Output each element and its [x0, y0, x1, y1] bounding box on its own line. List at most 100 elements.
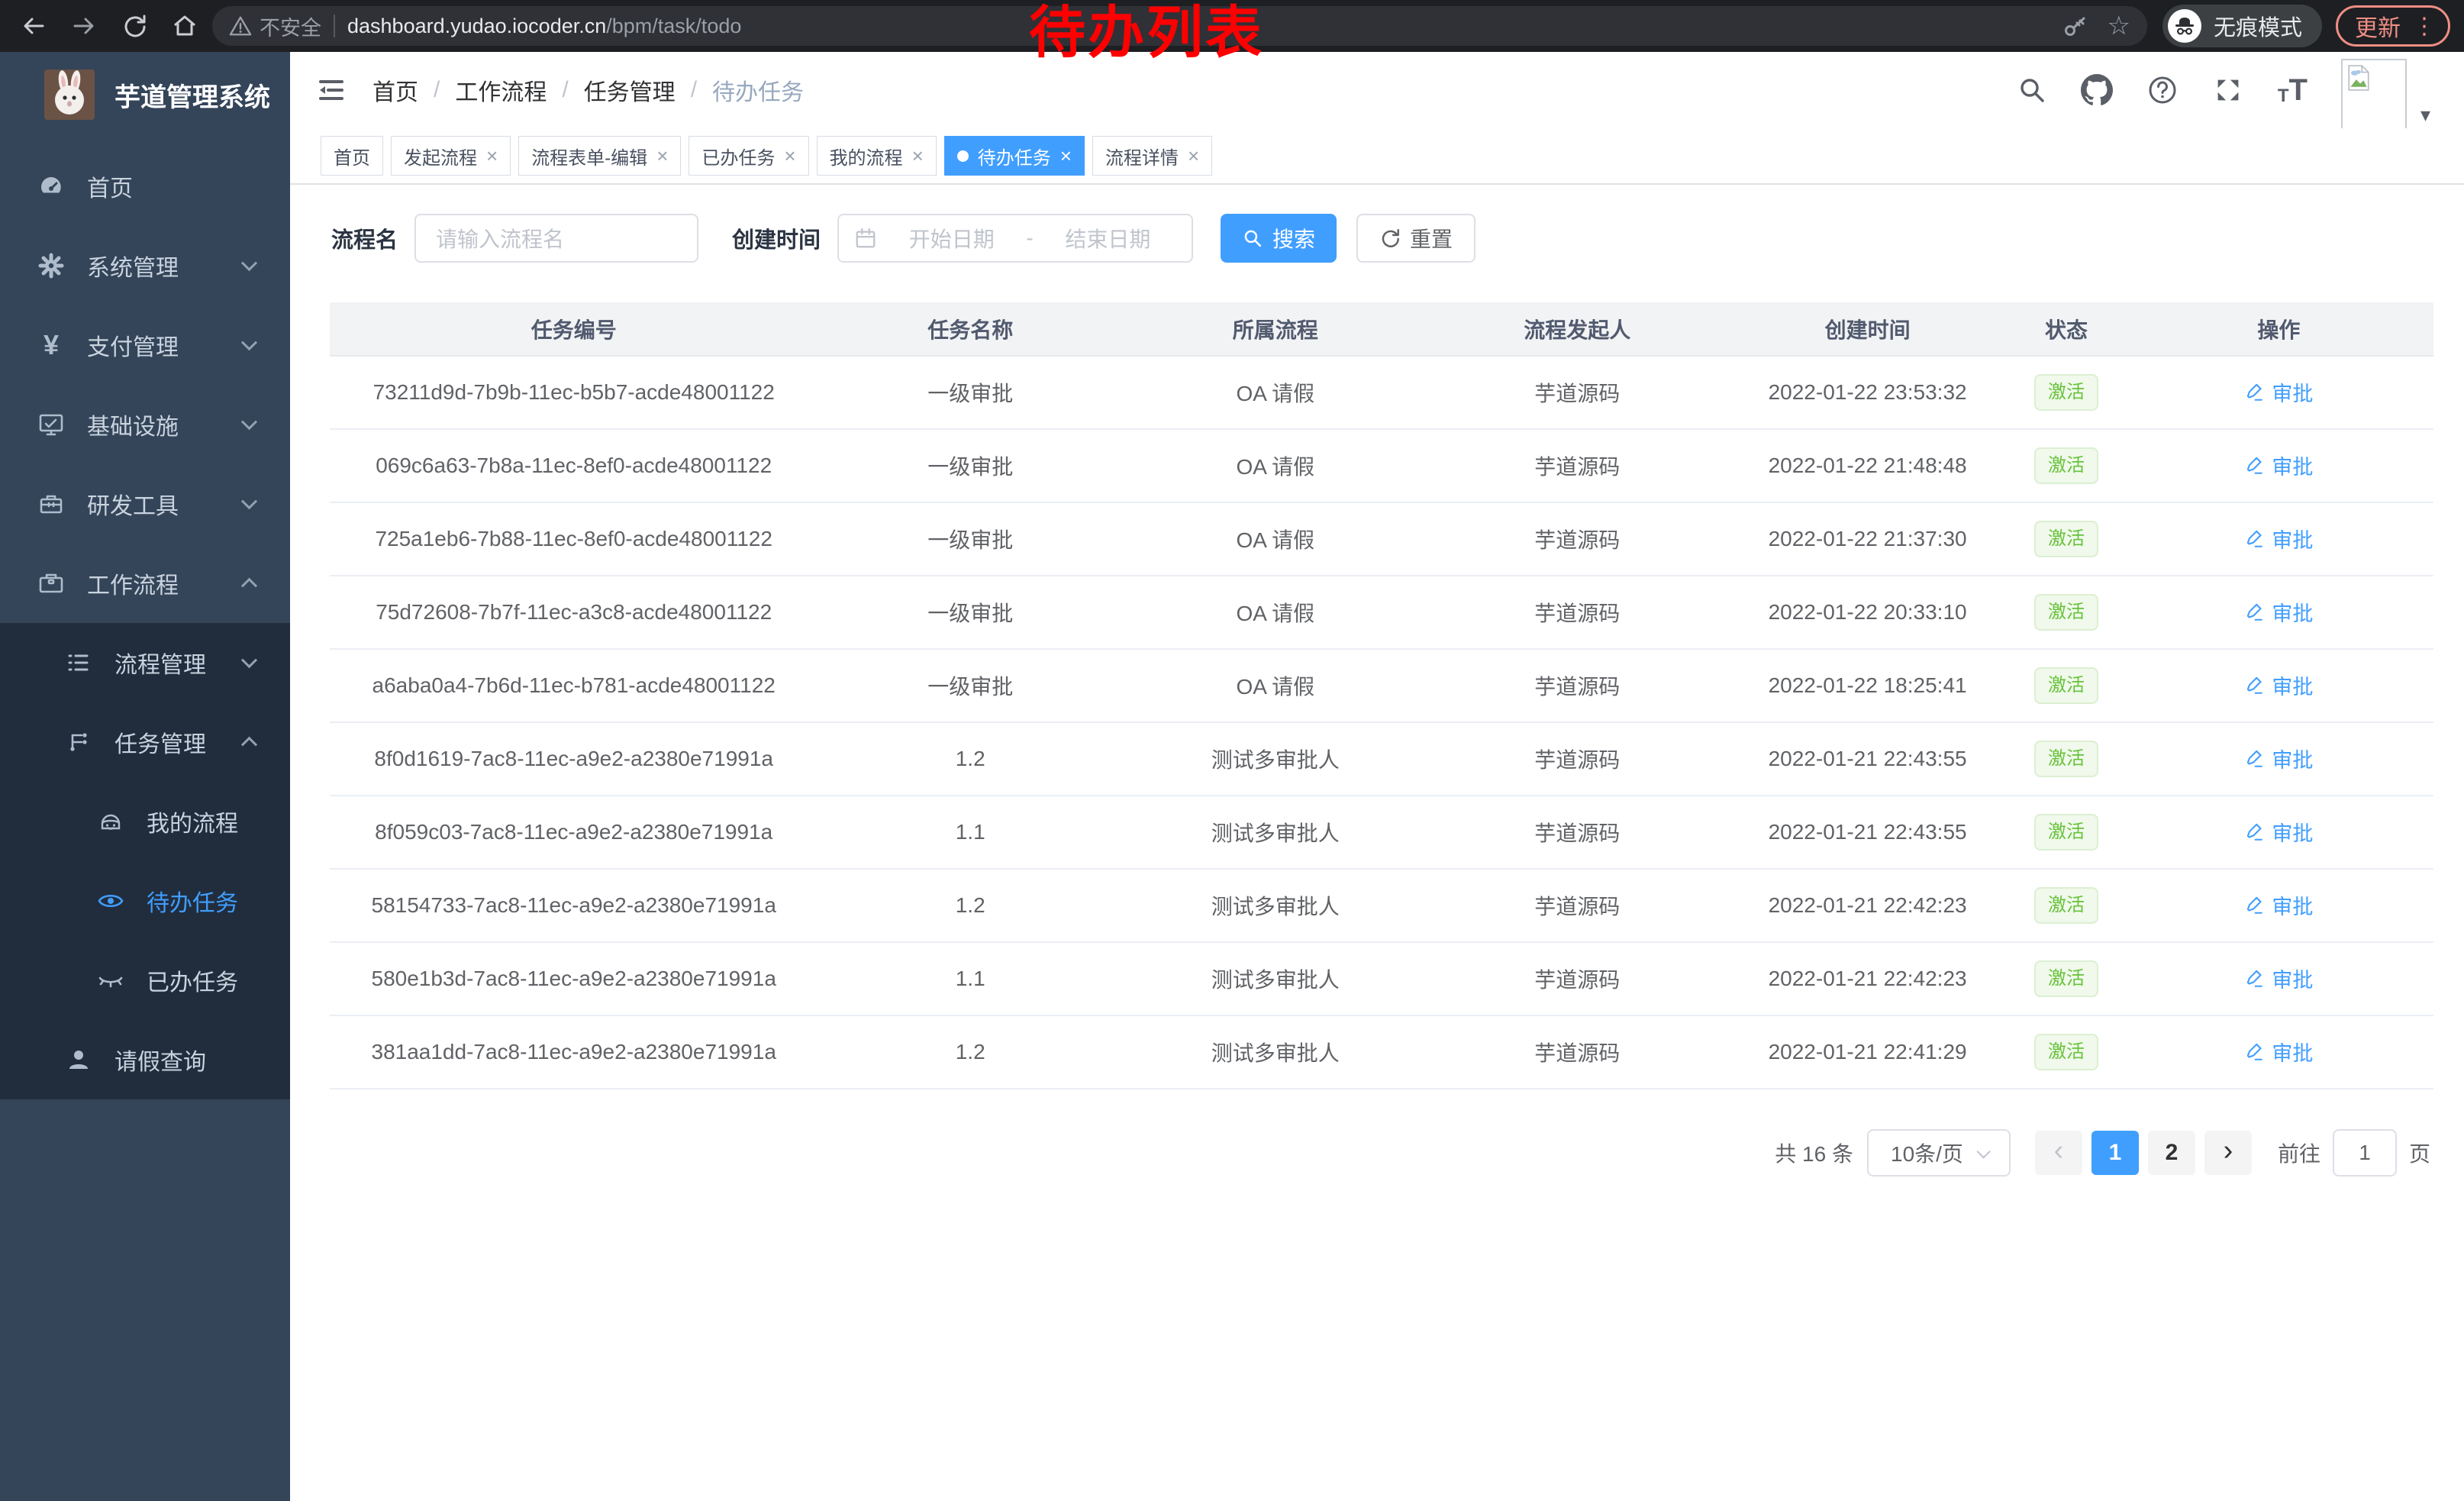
placeholder: 请输入流程名 — [436, 223, 564, 253]
tab-my-process[interactable]: 我的流程 × — [817, 136, 937, 176]
date-range-picker[interactable]: 开始日期 - 结束日期 — [837, 214, 1193, 263]
approve-link[interactable]: 审批 — [2244, 1037, 2313, 1067]
password-key-icon[interactable] — [2063, 14, 2088, 38]
breadcrumb-task-mgmt[interactable]: 任务管理 — [584, 73, 676, 107]
process-starter: 芋道源码 — [1428, 796, 1727, 869]
sidebar-item-devtools[interactable]: 研发工具 — [0, 464, 290, 544]
task-id: 381aa1dd-7ac8-11ec-a9e2-a2380e71991a — [330, 1015, 818, 1089]
approve-link[interactable]: 审批 — [2244, 670, 2313, 700]
total-count: 共 16 条 — [1775, 1138, 1853, 1168]
search-button[interactable]: 搜索 — [1221, 214, 1337, 263]
process-name: OA 请假 — [1123, 502, 1428, 576]
status-badge: 激活 — [2034, 667, 2098, 704]
user-menu[interactable]: ▾ — [2341, 59, 2430, 131]
sidebar-toggle-icon[interactable] — [316, 75, 347, 105]
prev-page-button[interactable]: ‹ — [2035, 1131, 2082, 1175]
back-button[interactable] — [14, 6, 53, 46]
sidebar-menu: 首页 系统管理 ¥ 支付管理 基础设施 — [0, 137, 290, 1099]
url-host: dashboard.yudao.iocoder.cn — [347, 15, 606, 38]
process-starter: 芋道源码 — [1428, 356, 1727, 429]
page-button-1[interactable]: 1 — [2091, 1131, 2139, 1175]
sidebar-item-infra[interactable]: 基础设施 — [0, 385, 290, 464]
create-time: 2022-01-21 22:43:55 — [1727, 796, 2008, 869]
sidebar-item-todo-tasks[interactable]: 待办任务 — [0, 861, 290, 941]
github-icon[interactable] — [2081, 74, 2113, 106]
toolbox-icon — [35, 490, 67, 518]
font-size-icon[interactable]: TT — [2278, 75, 2308, 105]
close-icon[interactable]: × — [1188, 146, 1199, 166]
task-id: 069c6a63-7b8a-11ec-8ef0-acde48001122 — [330, 429, 818, 502]
reload-button[interactable] — [114, 6, 154, 46]
sidebar-item-leave-query[interactable]: 请假查询 — [0, 1020, 290, 1099]
approve-link[interactable]: 审批 — [2244, 744, 2313, 773]
sidebar-item-home[interactable]: 首页 — [0, 147, 290, 226]
task-name: 1.2 — [818, 869, 1123, 942]
page-size-select[interactable]: 10条/页 — [1867, 1129, 2011, 1177]
tab-process-detail[interactable]: 流程详情 × — [1092, 136, 1212, 176]
sidebar-item-process-mgmt[interactable]: 流程管理 — [0, 623, 290, 702]
approve-link[interactable]: 审批 — [2244, 450, 2313, 480]
breadcrumb-separator: / — [434, 77, 440, 103]
sidebar-item-done-tasks[interactable]: 已办任务 — [0, 941, 290, 1020]
home-button[interactable] — [165, 6, 205, 46]
chevron-down-icon[interactable]: ▾ — [2420, 103, 2430, 127]
tab-label: 我的流程 — [830, 143, 903, 169]
sidebar-item-label: 已办任务 — [147, 964, 238, 997]
breadcrumb-workflow[interactable]: 工作流程 — [455, 73, 547, 107]
col-task-name: 任务名称 — [818, 302, 1123, 356]
approve-label: 审批 — [2272, 1037, 2313, 1067]
process-name-input[interactable]: 请输入流程名 — [414, 214, 698, 263]
close-icon[interactable]: × — [1060, 146, 1072, 166]
page-button-2[interactable]: 2 — [2148, 1131, 2195, 1175]
close-icon[interactable]: × — [912, 146, 924, 166]
status-badge: 激活 — [2034, 1034, 2098, 1070]
chevron-down-icon — [241, 652, 257, 668]
bookmark-star-icon[interactable]: ☆ — [2108, 13, 2130, 39]
reset-button[interactable]: 重置 — [1356, 214, 1475, 263]
table-row: 58154733-7ac8-11ec-a9e2-a2380e71991a 1.2… — [330, 869, 2433, 942]
avatar[interactable] — [2341, 59, 2407, 131]
tab-todo-tasks[interactable]: 待办任务 × — [944, 136, 1085, 176]
approve-link[interactable]: 审批 — [2244, 890, 2313, 920]
close-icon[interactable]: × — [784, 146, 795, 166]
approve-label: 审批 — [2272, 744, 2313, 773]
breadcrumb-current: 待办任务 — [712, 73, 804, 107]
process-starter: 芋道源码 — [1428, 722, 1727, 796]
chevron-down-icon — [241, 493, 257, 509]
browser-menu-icon[interactable]: ⋮ — [2413, 13, 2436, 40]
goto-value: 1 — [2359, 1141, 2371, 1165]
sidebar-item-label: 系统管理 — [87, 249, 179, 282]
approve-link[interactable]: 审批 — [2244, 817, 2313, 847]
tab-start-process[interactable]: 发起流程 × — [391, 136, 511, 176]
table-row: 381aa1dd-7ac8-11ec-a9e2-a2380e71991a 1.2… — [330, 1015, 2433, 1089]
navbar: 首页 / 工作流程 / 任务管理 / 待办任务 — [290, 52, 2464, 128]
create-time: 2022-01-22 21:48:48 — [1727, 429, 2008, 502]
breadcrumb-home[interactable]: 首页 — [373, 73, 418, 107]
table-row: 75d72608-7b7f-11ec-a3c8-acde48001122 一级审… — [330, 576, 2433, 649]
approve-link[interactable]: 审批 — [2244, 597, 2313, 627]
fullscreen-icon[interactable] — [2212, 74, 2244, 106]
help-icon[interactable] — [2146, 74, 2179, 106]
forward-button[interactable] — [64, 6, 104, 46]
tab-done-tasks[interactable]: 已办任务 × — [689, 136, 808, 176]
update-button[interactable]: 更新 ⋮ — [2336, 5, 2450, 47]
sidebar-item-my-process[interactable]: 我的流程 — [0, 782, 290, 861]
approve-link[interactable]: 审批 — [2244, 964, 2313, 993]
search-icon[interactable] — [2017, 75, 2047, 105]
sidebar-item-system[interactable]: 系统管理 — [0, 226, 290, 305]
sidebar-item-payment[interactable]: ¥ 支付管理 — [0, 305, 290, 385]
table-row: 069c6a63-7b8a-11ec-8ef0-acde48001122 一级审… — [330, 429, 2433, 502]
approve-link[interactable]: 审批 — [2244, 377, 2313, 407]
next-page-button[interactable]: › — [2204, 1131, 2252, 1175]
tab-home[interactable]: 首页 — [321, 136, 383, 176]
close-icon[interactable]: × — [486, 146, 498, 166]
font-size-large: T — [2289, 75, 2308, 105]
status-badge: 激活 — [2034, 960, 2098, 997]
close-icon[interactable]: × — [656, 146, 668, 166]
tab-form-edit[interactable]: 流程表单-编辑 × — [518, 136, 681, 176]
sidebar-item-task-mgmt[interactable]: 任务管理 — [0, 702, 290, 782]
app-logo[interactable]: 芋道管理系统 — [0, 52, 290, 137]
approve-link[interactable]: 审批 — [2244, 524, 2313, 554]
sidebar-item-workflow[interactable]: 工作流程 — [0, 544, 290, 623]
goto-page-input[interactable]: 1 — [2333, 1129, 2397, 1177]
